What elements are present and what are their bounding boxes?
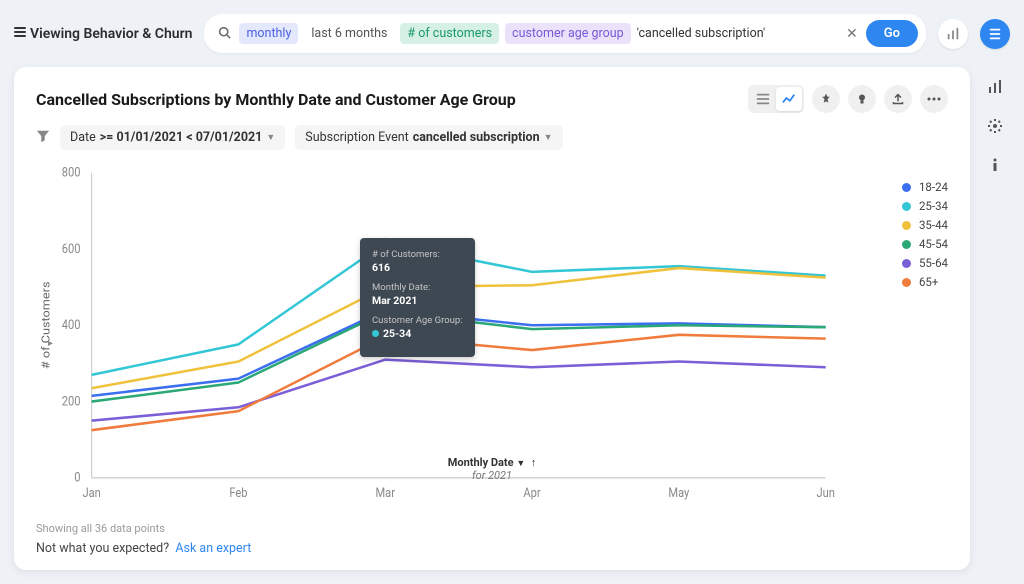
brand-icon (14, 26, 26, 42)
svg-text:600: 600 (62, 241, 81, 256)
more-icon[interactable] (920, 85, 948, 113)
pill-age-group[interactable]: customer age group (505, 23, 631, 44)
topbar: Viewing Behavior & Churn monthly last 6 … (14, 14, 1010, 53)
legend-item[interactable]: 18-24 (902, 180, 948, 194)
legend-item[interactable]: 25-34 (902, 199, 948, 213)
tooltip: # of Customers: 616 Monthly Date: Mar 20… (360, 238, 475, 357)
svg-text:May: May (668, 485, 689, 500)
card-toolbar (748, 85, 948, 113)
feedback-footer: Not what you expected? Ask an expert (36, 541, 948, 556)
pill-monthly[interactable]: monthly (239, 23, 298, 44)
chart-card: Cancelled Subscriptions by Monthly Date … (14, 67, 970, 570)
x-axis-title[interactable]: Monthly Date ▼ ↑ for 2021 (448, 456, 536, 482)
pin-icon[interactable] (812, 85, 840, 113)
brand-title: Viewing Behavior & Churn (30, 26, 192, 42)
svg-text:Jan: Jan (82, 485, 100, 500)
brand-header: Viewing Behavior & Churn (14, 26, 192, 42)
search-query-text: 'cancelled subscription' (637, 26, 765, 41)
clear-search-icon[interactable]: ✕ (838, 26, 866, 42)
insight-icon[interactable] (848, 85, 876, 113)
svg-text:Mar: Mar (375, 485, 395, 500)
filter-icon[interactable] (36, 128, 50, 147)
chart-area[interactable]: ▸ 0 200 400 600 800 Jan Feb Mar Apr May Jun # of Cu… (36, 160, 948, 516)
svg-text:800: 800 (62, 165, 81, 180)
svg-text:400: 400 (62, 317, 81, 332)
share-icon[interactable] (884, 85, 912, 113)
svg-text:200: 200 (62, 394, 81, 409)
pill-last6months[interactable]: last 6 months (304, 23, 394, 44)
svg-text:# of Customers: # of Customers (39, 281, 52, 369)
table-view-icon[interactable] (750, 87, 776, 111)
svg-text:0: 0 (74, 470, 81, 485)
profile-button[interactable] (980, 19, 1010, 49)
chart-shortcut-icon[interactable] (938, 19, 968, 49)
search-bar[interactable]: monthly last 6 months # of customers cus… (204, 14, 926, 53)
rail-info-icon[interactable] (987, 157, 1003, 178)
go-button[interactable]: Go (866, 20, 918, 47)
right-rail (970, 67, 1010, 570)
expand-y-icon[interactable]: ▸ (48, 338, 53, 349)
card-title: Cancelled Subscriptions by Monthly Date … (36, 90, 516, 109)
svg-text:Apr: Apr (523, 485, 540, 500)
filter-event-chip[interactable]: Subscription Event cancelled subscriptio… (295, 125, 562, 150)
pill-num-customers[interactable]: # of customers (400, 23, 499, 44)
search-icon (218, 24, 231, 43)
svg-text:Jun: Jun (816, 485, 834, 500)
view-toggle (748, 85, 804, 113)
data-count: Showing all 36 data points (36, 522, 165, 535)
legend: 18-24 25-34 35-44 45-54 55-64 65+ (902, 180, 948, 294)
legend-item[interactable]: 35-44 (902, 218, 948, 232)
legend-item[interactable]: 55-64 (902, 256, 948, 270)
legend-item[interactable]: 65+ (902, 275, 948, 289)
filter-row: Date >= 01/01/2021 < 07/01/2021▼ Subscri… (36, 125, 948, 150)
chart-view-icon[interactable] (776, 87, 802, 111)
rail-settings-icon[interactable] (987, 118, 1003, 139)
ask-expert-link[interactable]: Ask an expert (175, 541, 251, 556)
filter-date-chip[interactable]: Date >= 01/01/2021 < 07/01/2021▼ (60, 125, 285, 150)
rail-chart-icon[interactable] (987, 79, 1003, 100)
svg-text:Feb: Feb (229, 485, 247, 500)
legend-item[interactable]: 45-54 (902, 237, 948, 251)
